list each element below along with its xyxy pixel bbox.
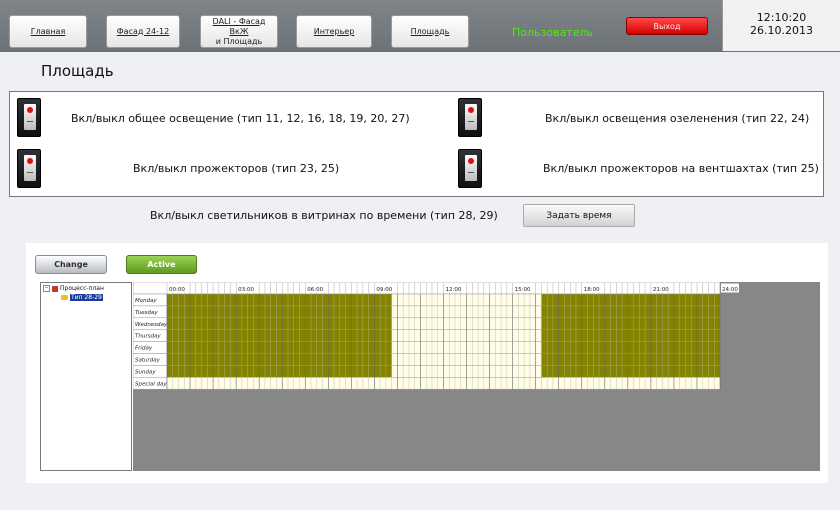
light-switch-icon[interactable] [17, 98, 41, 137]
tree-child-label: Тип 28-29 [70, 294, 103, 301]
day-label: Friday [135, 346, 153, 352]
exit-button[interactable]: Выход [626, 17, 708, 35]
day-label: Sunday [135, 369, 156, 375]
light-switch-icon[interactable] [458, 149, 482, 188]
active-period-block [167, 305, 392, 318]
switch-greenery-lighting-label: Вкл/выкл освещения озеленения (тип 22, 2… [545, 112, 810, 125]
tab-home[interactable]: Главная [9, 15, 87, 48]
switch-floodlights-label: Вкл/выкл прожекторов (тип 23, 25) [133, 162, 340, 175]
tab-home-label: Главная [30, 26, 66, 36]
active-period-block [167, 317, 392, 330]
day-label: Saturday [135, 358, 161, 364]
hour-label: 06:00 [307, 287, 323, 293]
active-period-block [167, 365, 392, 378]
clock-date: 26.10.2013 [750, 24, 813, 37]
tab-facade-label: Фасад 24-12 [116, 26, 170, 36]
tab-interior[interactable]: Интерьер [296, 15, 372, 48]
schedule-header [133, 282, 721, 295]
active-period-block [167, 294, 392, 306]
exit-button-label: Выход [653, 21, 681, 31]
hour-label: 21:00 [653, 287, 669, 293]
set-time-button[interactable]: Задать время [523, 204, 635, 227]
hour-label: 15:00 [515, 287, 531, 293]
tree-collapse-icon[interactable]: − [43, 285, 50, 292]
hour-label: 00:00 [169, 287, 185, 293]
day-label: Thursday [135, 334, 161, 340]
clock-time: 12:10:20 [756, 11, 807, 24]
active-button[interactable]: Active [126, 255, 197, 274]
schedule-tree: − Процесс-план Тип 28-29 [40, 282, 132, 471]
active-period-block [541, 294, 720, 306]
hour-label: 12:00 [446, 287, 462, 293]
hour-label: 18:00 [584, 287, 600, 293]
day-label: Tuesday [135, 310, 158, 316]
light-switch-icon[interactable] [17, 149, 41, 188]
day-label: Special day [135, 381, 167, 387]
tab-square[interactable]: Площадь [391, 15, 469, 48]
set-time-button-label: Задать время [546, 210, 612, 221]
lighting-switch-panel: Вкл/выкл общее освещение (тип 11, 12, 16… [9, 91, 824, 197]
tab-square-label: Площадь [410, 26, 450, 36]
tree-root[interactable]: − Процесс-план [43, 285, 104, 292]
active-period-block [541, 353, 720, 366]
hour-label: 24:00 [722, 287, 738, 293]
user-label: Пользователь [512, 26, 594, 39]
tab-dali-label-line1: DALI - Фасад ВкЖ [212, 16, 266, 36]
active-period-block [541, 317, 720, 330]
vitrine-lighting-label: Вкл/выкл светильников в витринах по врем… [150, 209, 498, 222]
day-label: Wednesday [135, 322, 168, 328]
active-button-label: Active [147, 260, 176, 269]
active-period-block [167, 353, 392, 366]
active-period-block [541, 329, 720, 342]
tab-dali-facade[interactable]: DALI - Фасад ВкЖ и Площадь [200, 15, 278, 48]
active-period-block [541, 365, 720, 378]
hour-label: 09:00 [376, 287, 392, 293]
weekly-schedule-grid[interactable]: 00:00 03:00 06:00 09:00 12:00 15:00 18:00 21:00… [133, 282, 820, 471]
day-label: Monday [135, 298, 157, 304]
tab-interior-label: Интерьер [313, 26, 355, 36]
page-title: Площадь [41, 62, 114, 80]
active-period-block [167, 329, 392, 342]
active-period-block [541, 341, 720, 354]
hour-label: 03:00 [238, 287, 254, 293]
tab-dali-label-line2: и Площадь [215, 36, 263, 46]
active-period-block [541, 305, 720, 318]
switch-shaft-floodlights-label: Вкл/выкл прожекторов на вентшахтах (тип … [543, 162, 819, 175]
light-switch-icon[interactable] [458, 98, 482, 137]
process-plan-icon [52, 285, 58, 292]
change-button[interactable]: Change [35, 255, 107, 274]
clock: 12:10:20 26.10.2013 [722, 0, 840, 51]
change-button-label: Change [54, 260, 88, 269]
active-period-block [167, 341, 392, 354]
tab-facade-24-12[interactable]: Фасад 24-12 [106, 15, 180, 48]
switch-general-lighting-label: Вкл/выкл общее освещение (тип 11, 12, 16… [71, 112, 410, 125]
folder-icon [61, 295, 68, 300]
tree-child[interactable]: Тип 28-29 [61, 294, 103, 301]
tree-root-label: Процесс-план [60, 285, 104, 292]
